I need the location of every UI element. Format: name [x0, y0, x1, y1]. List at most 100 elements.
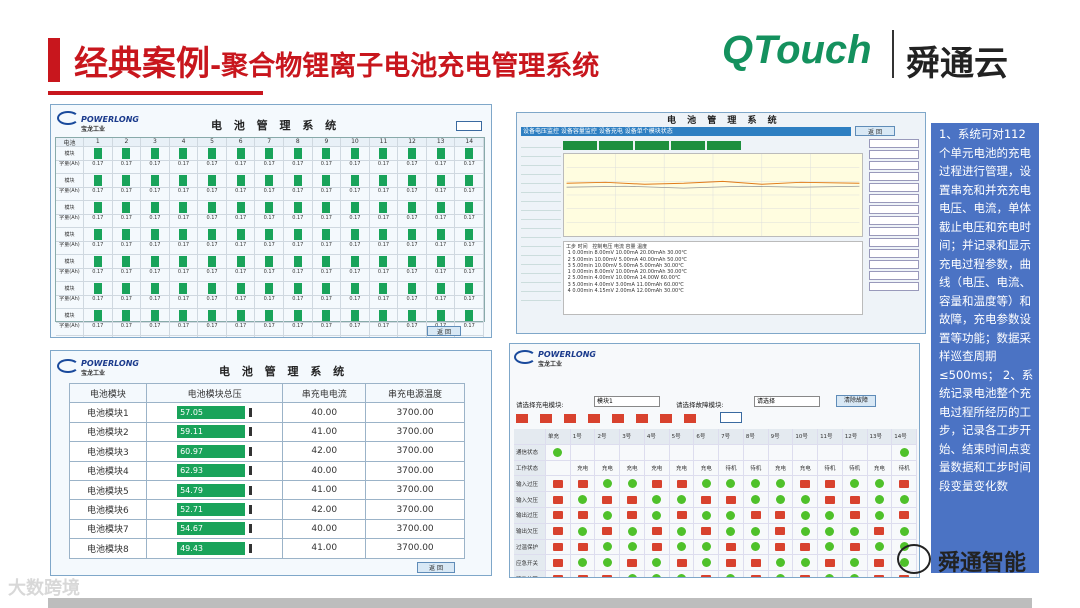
battery-cell[interactable] [198, 201, 227, 215]
battery-cell[interactable] [426, 282, 456, 296]
battery-cell[interactable] [398, 255, 427, 269]
battery-cell[interactable] [255, 174, 284, 188]
battery-cell[interactable] [255, 282, 284, 296]
battery-cell[interactable] [341, 309, 370, 323]
battery-cell[interactable] [226, 309, 256, 323]
battery-cell[interactable] [198, 174, 227, 188]
fault-indicator[interactable] [588, 414, 600, 423]
battery-cell[interactable] [455, 228, 484, 242]
back-button[interactable]: 返 回 [417, 562, 455, 573]
battery-cell[interactable] [169, 255, 199, 269]
battery-cell[interactable] [312, 228, 342, 242]
battery-cell[interactable] [84, 255, 113, 269]
battery-cell[interactable] [426, 309, 456, 323]
battery-cell[interactable] [283, 201, 313, 215]
monitor-tabs[interactable]: 设备电压监控 设备容量监控 设备充电 设备单个模块状态 [521, 127, 851, 136]
fault-indicator[interactable] [612, 414, 624, 423]
battery-cell[interactable] [112, 174, 142, 188]
battery-cell[interactable] [84, 309, 113, 323]
battery-cell[interactable] [84, 228, 113, 242]
battery-cell[interactable] [141, 255, 170, 269]
battery-cell[interactable] [198, 282, 227, 296]
battery-cell[interactable] [141, 174, 170, 188]
battery-cell[interactable] [84, 174, 113, 188]
fault-indicator[interactable] [540, 414, 552, 423]
battery-cell[interactable] [198, 255, 227, 269]
battery-cell[interactable] [369, 282, 399, 296]
battery-cell[interactable] [398, 282, 427, 296]
battery-cell[interactable] [426, 228, 456, 242]
battery-cell[interactable] [226, 228, 256, 242]
curve-selector[interactable] [563, 141, 741, 150]
battery-cell[interactable] [312, 282, 342, 296]
battery-cell[interactable] [226, 147, 256, 161]
battery-cell[interactable] [113, 336, 142, 337]
battery-cell[interactable] [455, 147, 484, 161]
battery-cell[interactable] [226, 174, 256, 188]
battery-cell[interactable] [455, 201, 484, 215]
battery-cell[interactable] [198, 147, 227, 161]
battery-cell[interactable] [369, 174, 399, 188]
battery-cell[interactable] [455, 255, 484, 269]
battery-cell[interactable] [226, 282, 256, 296]
battery-cell[interactable] [341, 201, 370, 215]
battery-cell[interactable] [398, 309, 427, 323]
battery-cell[interactable] [141, 309, 170, 323]
battery-cell[interactable] [226, 255, 256, 269]
battery-cell[interactable] [283, 147, 313, 161]
battery-cell[interactable] [112, 147, 142, 161]
battery-cell[interactable] [227, 336, 256, 337]
battery-cell[interactable] [283, 228, 313, 242]
battery-cell[interactable] [283, 282, 313, 296]
charge-module-select[interactable]: 模块1 [594, 396, 660, 407]
battery-cell[interactable] [369, 147, 399, 161]
battery-cell[interactable] [455, 309, 484, 323]
battery-cell[interactable] [255, 228, 284, 242]
battery-cell[interactable] [169, 228, 199, 242]
battery-cell[interactable] [369, 255, 399, 269]
battery-cell[interactable] [226, 201, 256, 215]
battery-cell[interactable] [169, 174, 199, 188]
battery-cell[interactable] [169, 147, 199, 161]
battery-cell[interactable] [312, 147, 342, 161]
battery-cell[interactable] [398, 228, 427, 242]
battery-cell[interactable] [141, 228, 170, 242]
battery-cell[interactable] [312, 255, 342, 269]
battery-cell[interactable] [455, 282, 484, 296]
battery-cell[interactable] [312, 174, 342, 188]
battery-cell[interactable] [84, 336, 113, 337]
battery-cell[interactable] [198, 228, 227, 242]
battery-cell[interactable] [341, 336, 370, 337]
battery-cell[interactable] [283, 309, 313, 323]
battery-cell[interactable] [341, 228, 370, 242]
battery-cell[interactable] [370, 336, 399, 337]
battery-cell[interactable] [398, 174, 427, 188]
battery-cell[interactable] [426, 174, 456, 188]
fault-indicator[interactable] [516, 414, 528, 423]
battery-cell[interactable] [84, 282, 113, 296]
battery-cell[interactable] [398, 336, 427, 337]
battery-cell[interactable] [426, 147, 456, 161]
battery-cell[interactable] [255, 309, 284, 323]
fault-indicator[interactable] [564, 414, 576, 423]
battery-cell[interactable] [455, 336, 484, 337]
battery-cell[interactable] [341, 255, 370, 269]
fault-indicator[interactable] [636, 414, 648, 423]
battery-cell[interactable] [141, 282, 170, 296]
battery-cell[interactable] [112, 201, 142, 215]
battery-cell[interactable] [398, 147, 427, 161]
battery-cell[interactable] [84, 147, 113, 161]
fault-indicator[interactable] [684, 414, 696, 423]
battery-cell[interactable] [312, 201, 342, 215]
battery-cell[interactable] [112, 228, 142, 242]
battery-cell[interactable] [170, 336, 199, 337]
battery-cell[interactable] [283, 255, 313, 269]
battery-cell[interactable] [112, 309, 142, 323]
battery-cell[interactable] [426, 255, 456, 269]
battery-cell[interactable] [141, 147, 170, 161]
battery-cell[interactable] [426, 201, 456, 215]
battery-cell[interactable] [255, 147, 284, 161]
battery-cell[interactable] [141, 336, 170, 337]
battery-cell[interactable] [255, 201, 284, 215]
battery-cell[interactable] [255, 255, 284, 269]
